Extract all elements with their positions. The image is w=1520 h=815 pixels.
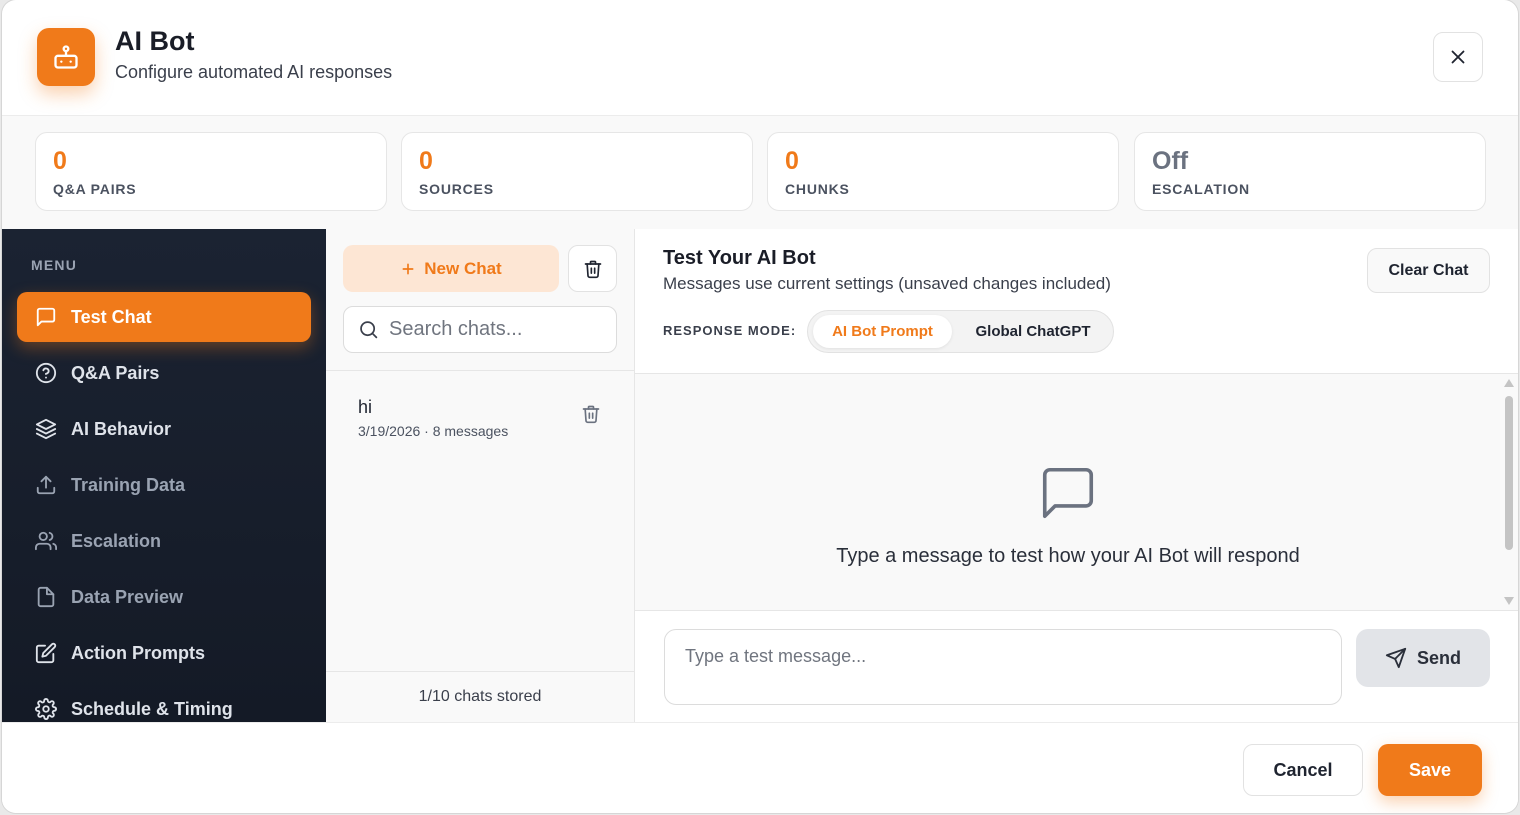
message-square-icon — [36, 307, 56, 327]
stat-label: Q&A PAIRS — [53, 181, 137, 197]
sidebar-item-label: Action Prompts — [71, 642, 206, 663]
stat-value: Off — [1152, 147, 1189, 175]
send-label: Send — [1416, 647, 1461, 668]
layers-icon — [35, 418, 57, 440]
sidebar-item-qa-pairs[interactable]: Q&A Pairs — [17, 348, 311, 398]
test-chat-panel: Test Your AI Bot Messages use current se… — [635, 229, 1518, 722]
clear-chat-button[interactable]: Clear Chat — [1367, 248, 1490, 293]
scroll-up-icon[interactable] — [1504, 379, 1514, 387]
response-mode-toggle: AI Bot Prompt Global ChatGPT — [807, 310, 1114, 353]
robot-icon — [37, 28, 95, 86]
sidebar-item-label: Training Data — [71, 474, 186, 495]
new-chat-button[interactable]: New Chat — [343, 245, 559, 292]
search-icon — [360, 321, 378, 339]
send-icon — [1385, 647, 1407, 669]
sidebar-item-label: Q&A Pairs — [71, 362, 160, 383]
gear-icon — [35, 698, 57, 720]
cancel-button[interactable]: Cancel — [1243, 744, 1363, 796]
sidebar-item-schedule-timing[interactable]: Schedule & Timing — [17, 684, 311, 722]
send-button[interactable]: Send — [1356, 629, 1490, 687]
message-input-box — [664, 629, 1342, 705]
sidebar-item-test-chat[interactable]: Test Chat — [17, 292, 311, 342]
sidebar-item-label: Escalation — [71, 530, 162, 551]
dialog-subtitle: Configure automated AI responses — [115, 62, 393, 82]
save-button[interactable]: Save — [1378, 744, 1482, 796]
help-circle-icon — [35, 362, 57, 384]
stats-bar: 0 Q&A PAIRS 0 SOURCES 0 CHUNKS Off ESCAL… — [2, 116, 1518, 229]
stat-sources: 0 SOURCES — [401, 132, 753, 211]
message-square-icon — [1042, 467, 1094, 519]
trash-icon — [584, 260, 601, 278]
delete-chat-button[interactable] — [581, 404, 601, 429]
menu-label: MENU — [31, 257, 78, 273]
chat-name: hi — [358, 397, 373, 417]
sidebar-item-action-prompts[interactable]: Action Prompts — [17, 628, 311, 678]
file-icon — [37, 586, 55, 608]
stat-chunks: 0 CHUNKS — [767, 132, 1119, 211]
message-input[interactable] — [665, 630, 1341, 704]
ai-bot-dialog: AI Bot Configure automated AI responses … — [2, 0, 1518, 813]
divider — [326, 370, 634, 371]
trash-icon — [582, 405, 600, 424]
scrollbar[interactable] — [1502, 374, 1516, 610]
sidebar-item-label: Data Preview — [71, 586, 184, 607]
scroll-down-icon[interactable] — [1504, 597, 1514, 605]
chats-stored-count: 1/10 chats stored — [326, 671, 634, 722]
message-area: Type a message to test how your AI Bot w… — [635, 373, 1518, 611]
stat-qa-pairs: 0 Q&A PAIRS — [35, 132, 387, 211]
sidebar: MENU Test Chat Q&A Pairs AI Behavior Tra… — [2, 229, 326, 722]
mode-option-ai-bot-prompt[interactable]: AI Bot Prompt — [813, 315, 952, 348]
stat-value: 0 — [419, 147, 433, 175]
scrollbar-thumb[interactable] — [1505, 396, 1513, 550]
sidebar-item-escalation[interactable]: Escalation — [17, 516, 311, 566]
stat-escalation: Off ESCALATION — [1134, 132, 1486, 211]
stat-label: CHUNKS — [785, 181, 850, 197]
chat-meta: 3/19/2026 · 8 messages — [358, 423, 509, 439]
response-mode-label: RESPONSE MODE: — [663, 323, 797, 338]
chat-list-item[interactable]: hi 3/19/2026 · 8 messages — [326, 389, 634, 445]
dialog-footer: Cancel Save — [2, 722, 1518, 813]
upload-icon — [36, 475, 56, 495]
close-icon — [1451, 50, 1465, 64]
stat-value: 0 — [53, 147, 67, 175]
close-button[interactable] — [1433, 32, 1483, 82]
stat-label: ESCALATION — [1152, 181, 1250, 197]
stat-label: SOURCES — [419, 181, 494, 197]
panel-title: Test Your AI Bot — [663, 247, 816, 269]
dialog-title: AI Bot — [115, 26, 195, 56]
empty-state-text: Type a message to test how your AI Bot w… — [836, 545, 1300, 567]
mode-option-global-chatgpt[interactable]: Global ChatGPT — [958, 315, 1108, 348]
plus-icon — [402, 263, 414, 274]
panel-subtitle: Messages use current settings (unsaved c… — [663, 274, 1111, 293]
sidebar-item-label: Test Chat — [71, 306, 152, 327]
sidebar-item-ai-behavior[interactable]: AI Behavior — [17, 404, 311, 454]
dialog-header: AI Bot Configure automated AI responses — [2, 0, 1518, 116]
new-chat-label: New Chat — [424, 258, 502, 278]
delete-all-chats-button[interactable] — [568, 245, 617, 292]
users-icon — [35, 531, 57, 551]
chat-history-panel: New Chat hi 3/19/2026 · 8 messages 1/10 … — [326, 229, 635, 722]
search-chats — [343, 306, 617, 353]
sidebar-item-training-data[interactable]: Training Data — [17, 460, 311, 510]
search-input[interactable] — [389, 318, 599, 341]
sidebar-item-label: AI Behavior — [71, 418, 172, 439]
sidebar-item-label: Schedule & Timing — [71, 698, 233, 719]
edit-icon — [35, 642, 57, 664]
stat-value: 0 — [785, 147, 799, 175]
sidebar-item-data-preview[interactable]: Data Preview — [17, 572, 311, 622]
